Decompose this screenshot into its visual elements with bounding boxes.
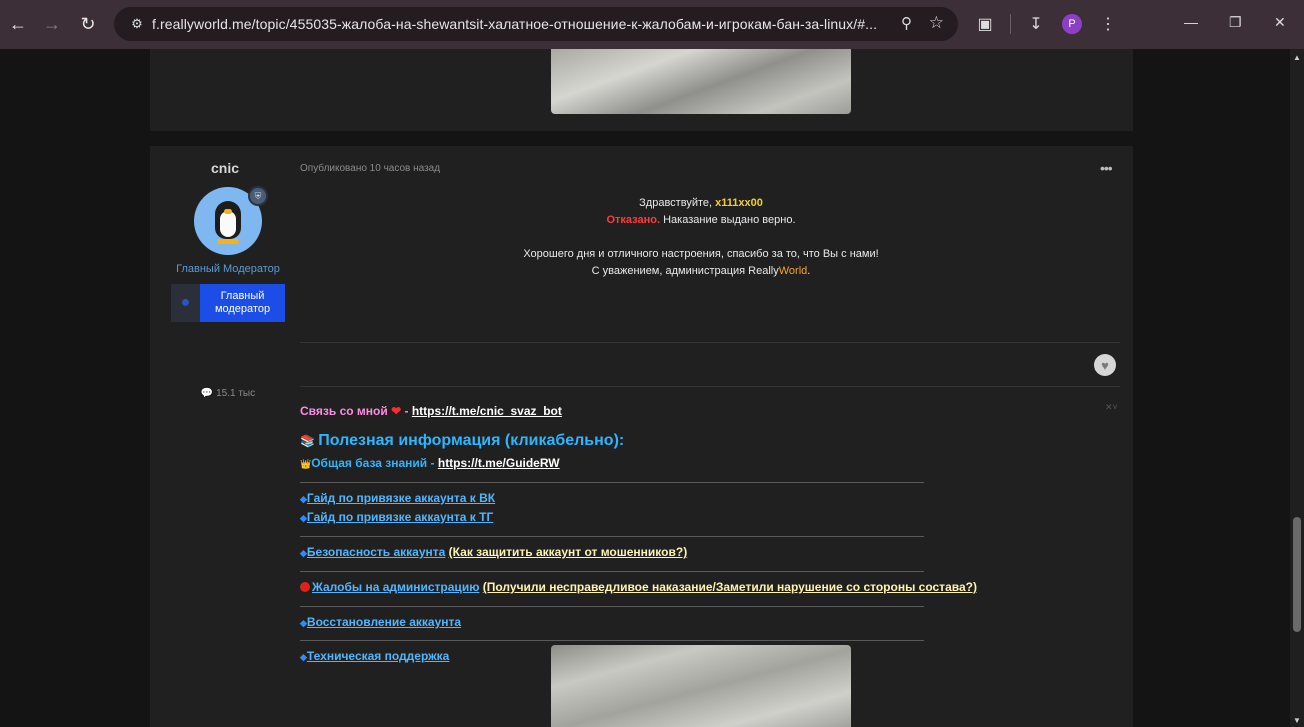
divider (300, 386, 1120, 387)
signature-divider (300, 606, 924, 607)
diamond-icon: ◆ (300, 652, 307, 662)
recovery-line: ◆Восстановление аккаунта (300, 615, 461, 629)
greeting-line: Здравствуйте, x111xx00 (300, 195, 1102, 212)
message-count: 💬 15.1 тыс (150, 388, 306, 399)
info-title-line: 📚 Полезная информация (кликабельно): (300, 432, 624, 450)
complaints-line: Жалобы на администрацию (Получили неспра… (300, 580, 977, 594)
more-options-icon[interactable]: ••• (1100, 160, 1113, 176)
greeting-name: x111xx00 (715, 197, 763, 209)
menu-icon[interactable]: ⋮ (1091, 14, 1125, 34)
role-badge: ● Главный модератор (171, 284, 285, 322)
vk-line: ◆Гайд по привязке аккаунта к ВК (300, 491, 495, 505)
back-icon[interactable]: ← (0, 6, 36, 42)
contact-line: Связь со мной ❤ - https://t.me/cnic_svaz… (300, 404, 562, 418)
maximize-icon[interactable]: ❐ (1229, 14, 1242, 31)
penguin-feet (217, 239, 239, 244)
diamond-icon: ◆ (300, 618, 307, 628)
role-badge-label: Главный модератор (200, 284, 285, 322)
forward-icon[interactable]: → (34, 6, 70, 42)
kb-line: 👑Общая база знаний - https://t.me/GuideR… (300, 456, 560, 470)
post-image[interactable] (551, 645, 851, 727)
toolbar-divider (1010, 14, 1011, 34)
page-scrollbar[interactable]: ▲ ▼ (1290, 49, 1304, 727)
diamond-icon: ◆ (300, 494, 307, 504)
contact-separator: - (401, 404, 412, 418)
heart-icon: ❤ (391, 404, 402, 418)
user-icon: ● (171, 284, 200, 322)
message-count-value: 15.1 тыс (216, 388, 256, 399)
downloads-icon[interactable]: ↧ (1019, 14, 1053, 34)
star-icon[interactable]: ☆ (929, 13, 944, 33)
diamond-icon: ◆ (300, 513, 307, 523)
signature-hide-icon[interactable]: ✕˅ (1105, 402, 1118, 413)
recovery-link[interactable]: Восстановление аккаунта (307, 615, 461, 629)
books-icon: 📚 (300, 434, 315, 448)
reload-icon[interactable]: ↻ (70, 6, 106, 42)
profile-avatar[interactable]: P (1062, 14, 1082, 34)
penguin-beak (224, 209, 232, 214)
kb-label: Общая база знаний - (311, 456, 438, 470)
divider (300, 342, 1120, 343)
url-text[interactable]: f.reallyworld.me/topic/455035-жалоба-на-… (152, 16, 882, 32)
closing-suffix: . (807, 265, 811, 277)
kb-link[interactable]: https://t.me/GuideRW (438, 456, 560, 470)
post-body: Здравствуйте, x111xx00 Отказано. Наказан… (300, 195, 1102, 280)
tg-line: ◆Гайд по привязке аккаунта к ТГ (300, 510, 493, 524)
closing-prefix: С уважением, администрация Really (591, 265, 779, 277)
tg-guide-link[interactable]: Гайд по привязке аккаунта к ТГ (307, 510, 493, 524)
minimize-icon[interactable]: — (1184, 14, 1198, 30)
previous-post (150, 49, 1133, 131)
signature-divider (300, 482, 924, 483)
greeting-prefix: Здравствуйте, (639, 197, 716, 209)
diamond-icon: ◆ (300, 548, 307, 558)
zoom-icon[interactable]: ⚲ (901, 14, 912, 32)
site-info-icon[interactable]: ⚙ (122, 16, 152, 32)
vk-guide-link[interactable]: Гайд по привязке аккаунта к ВК (307, 491, 495, 505)
support-line: ◆Техническая поддержка (300, 649, 449, 663)
security-line: ◆Безопасность аккаунта (Как защитить акк… (300, 545, 687, 559)
forum-post: cnic ⛨ Главный Модератор ● Главный модер… (150, 146, 1133, 727)
contact-link[interactable]: https://t.me/cnic_svaz_bot (412, 404, 562, 418)
close-icon[interactable]: ✕ (1274, 14, 1286, 31)
red-circle-icon (300, 582, 310, 592)
author-role-title: Главный Модератор (176, 263, 280, 275)
signature-divider (300, 640, 924, 641)
complaints-note-link[interactable]: (Получили несправедливое наказание/Замет… (483, 580, 977, 594)
complaints-link[interactable]: Жалобы на администрацию (312, 580, 479, 594)
like-heart-icon[interactable]: ♥ (1094, 354, 1116, 376)
crown-icon: 👑 (300, 459, 312, 469)
signature-divider (300, 571, 924, 572)
verdict-line: Отказано. Наказание выдано верно. (300, 212, 1102, 229)
author-username[interactable]: cnic (190, 160, 260, 176)
shield-icon: ⛨ (248, 186, 268, 206)
comment-icon: 💬 (200, 388, 214, 399)
closing-line-1: Хорошего дня и отличного настроения, спа… (523, 248, 879, 260)
closing-line-2: С уважением, администрация ReallyWorld. (300, 263, 1102, 280)
verdict-label: Отказано. (606, 214, 661, 226)
security-link[interactable]: Безопасность аккаунта (307, 545, 445, 559)
address-bar[interactable]: ⚙ f.reallyworld.me/topic/455035-жалоба-н… (114, 7, 958, 41)
info-title: Полезная информация (кликабельно): (318, 432, 625, 449)
verdict-text: Наказание выдано верно. (660, 214, 796, 226)
scroll-up-icon[interactable]: ▲ (1293, 53, 1301, 62)
brand-world: World (778, 265, 808, 277)
security-note-link[interactable]: (Как защитить аккаунт от мошенников?) (449, 545, 688, 559)
signature-divider (300, 536, 924, 537)
support-link[interactable]: Техническая поддержка (307, 649, 449, 663)
post-image[interactable] (551, 49, 851, 114)
forum-page: cnic ⛨ Главный Модератор ● Главный модер… (0, 49, 1290, 727)
browser-toolbar: ← → ↻ ⚙ f.reallyworld.me/topic/455035-жа… (0, 0, 1304, 49)
extensions-icon[interactable]: ▣ (968, 14, 1002, 34)
penguin-belly (220, 211, 236, 237)
contact-label: Связь со мной (300, 404, 388, 418)
scroll-thumb[interactable] (1293, 517, 1301, 632)
post-meta[interactable]: Опубликовано 10 часов назад (300, 163, 440, 174)
scroll-down-icon[interactable]: ▼ (1293, 716, 1301, 725)
